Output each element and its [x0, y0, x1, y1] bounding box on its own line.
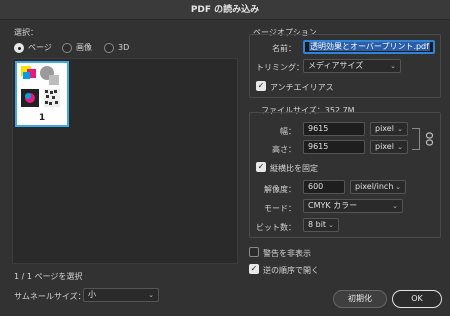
mode-select[interactable]: CMYK カラー ⌄: [303, 199, 403, 213]
radio-image-label: 画像: [76, 43, 92, 52]
antialias-label: アンチエイリアス: [270, 83, 334, 92]
depth-select[interactable]: 8 bit ⌄: [303, 218, 339, 232]
depth-label: ビット数：: [256, 223, 296, 232]
constrain-checkbox[interactable]: ✓: [256, 162, 266, 172]
ok-button[interactable]: OK: [392, 290, 442, 308]
link-icon-svg: [425, 132, 434, 146]
crop-select[interactable]: メディアサイズ ⌄: [303, 59, 401, 73]
width-label: 幅：: [280, 127, 296, 136]
thumbnail-size-value: 小: [88, 290, 96, 299]
thumbnail-area[interactable]: 1: [12, 58, 238, 264]
radio-image-indicator[interactable]: [62, 43, 72, 53]
resolution-unit-select[interactable]: pixel/inch ⌄: [350, 180, 406, 194]
width-field[interactable]: 9615: [303, 122, 365, 136]
thumbnail-size-label: サムネールサイズ：: [14, 292, 86, 301]
thumbnail-preview: [21, 66, 60, 107]
chevron-down-icon: ⌄: [328, 221, 334, 229]
depth-value: 8 bit: [308, 220, 327, 229]
name-field-value: 透明効果とオーバープリント.pdf: [309, 42, 430, 51]
height-unit-value: pixel: [375, 142, 394, 151]
crop-label: トリミング：: [256, 63, 304, 72]
select-section-label: 選択：: [14, 28, 38, 37]
height-label: 高さ：: [272, 145, 296, 154]
radio-page-indicator[interactable]: [14, 43, 24, 53]
chevron-down-icon: ⌄: [148, 291, 154, 299]
reverse-order-checkbox[interactable]: ✓: [249, 264, 259, 274]
suppress-warnings-label: 警告を非表示: [263, 249, 311, 258]
chevron-down-icon: ⌄: [397, 143, 403, 151]
name-label: 名前：: [272, 44, 296, 53]
page-thumbnail[interactable]: 1: [15, 61, 69, 127]
suppress-warnings-checkbox[interactable]: [249, 247, 259, 257]
resolution-label: 解像度：: [264, 185, 296, 194]
height-unit-select[interactable]: pixel ⌄: [370, 140, 408, 154]
chevron-down-icon: ⌄: [390, 62, 396, 70]
chevron-down-icon: ⌄: [397, 125, 403, 133]
chevron-down-icon: ⌄: [395, 183, 401, 191]
radio-page-label: ページ: [28, 43, 52, 52]
radio-3d-label: 3D: [118, 43, 130, 52]
checkmark-icon: ✓: [257, 81, 265, 90]
checkmark-icon: ✓: [250, 264, 258, 273]
mode-label: モード：: [264, 204, 296, 213]
resolution-field[interactable]: 600: [303, 180, 345, 194]
thumbnail-page-number: 1: [38, 113, 46, 123]
height-field[interactable]: 9615: [303, 140, 365, 154]
antialias-checkbox[interactable]: ✓: [256, 81, 266, 91]
window-title: PDF の読み込み: [0, 0, 450, 20]
mode-value: CMYK カラー: [308, 201, 358, 210]
reverse-order-label: 逆の順序で開く: [263, 266, 319, 275]
width-unit-select[interactable]: pixel ⌄: [370, 122, 408, 136]
checkmark-icon: ✓: [257, 162, 265, 171]
width-unit-value: pixel: [375, 124, 394, 133]
resolution-unit-value: pixel/inch: [355, 182, 394, 191]
selection-status: 1 / 1 ページを選択: [14, 272, 83, 281]
link-bracket: [412, 128, 420, 150]
link-icon[interactable]: [425, 132, 434, 146]
name-field[interactable]: 透明効果とオーバープリント.pdf: [303, 40, 435, 54]
radio-3d-indicator[interactable]: [104, 43, 114, 53]
chevron-down-icon: ⌄: [392, 202, 398, 210]
thumbnail-size-select[interactable]: 小 ⌄: [83, 288, 159, 302]
crop-value: メディアサイズ: [308, 61, 364, 70]
reset-button[interactable]: 初期化: [333, 290, 387, 308]
constrain-label: 縦横比を固定: [270, 164, 318, 173]
